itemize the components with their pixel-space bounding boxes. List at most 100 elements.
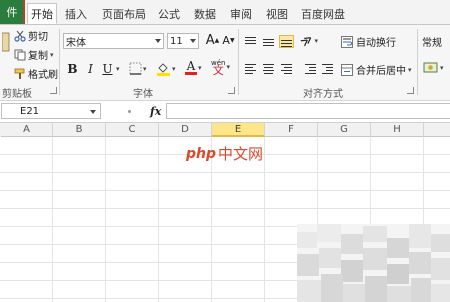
align-bottom-button[interactable] <box>279 35 294 48</box>
group-divider <box>417 29 418 95</box>
font-size-select[interactable]: 11 <box>167 33 199 49</box>
cut-label: 剪切 <box>28 32 48 43</box>
site-watermark: php 中文网 <box>186 143 263 164</box>
column-header-c[interactable]: C <box>106 123 159 137</box>
wrap-text-button[interactable]: 自动换行 <box>341 34 396 49</box>
number-format-value: 常规 <box>422 38 442 49</box>
chevron-down-icon: ▾ <box>314 36 319 45</box>
tab-insert[interactable]: 插入 <box>60 3 92 24</box>
column-gridline <box>264 137 265 302</box>
row-gridline <box>0 190 450 191</box>
italic-button[interactable]: I <box>82 60 99 77</box>
column-gridline <box>105 137 106 302</box>
format-painter-button[interactable]: 格式刷 <box>14 66 58 81</box>
ribbon-tab-bar: 件 开始 插入 页面布局 公式 数据 审阅 视图 百度网盘 <box>0 0 450 25</box>
shrink-font-button[interactable]: A ▼ <box>220 32 237 49</box>
shrink-font-icon: A <box>222 34 230 47</box>
watermark-cn: 中文网 <box>218 145 264 163</box>
paint-bucket-icon <box>157 63 170 76</box>
underline-button[interactable]: U <box>99 60 116 77</box>
tab-baidu-netdisk[interactable]: 百度网盘 <box>298 3 348 24</box>
currency-icon <box>423 62 438 73</box>
name-box-value: E21 <box>20 105 40 117</box>
merge-center-button[interactable]: 合并后居中 ▾ <box>341 62 412 77</box>
tab-formulas[interactable]: 公式 <box>154 3 184 24</box>
orientation-button[interactable]: ≫ ▾ <box>298 31 319 50</box>
align-middle-button[interactable] <box>262 36 275 47</box>
column-header-i-partial[interactable] <box>424 123 450 137</box>
grow-font-button[interactable]: A ▲ <box>204 32 221 49</box>
tab-view[interactable]: 视图 <box>262 3 292 24</box>
watermark-php: php <box>186 145 217 162</box>
formula-bar: E21 fx <box>0 101 450 123</box>
align-right-button[interactable] <box>280 63 293 74</box>
tab-file[interactable]: 件 <box>0 0 25 24</box>
chevron-down-icon[interactable] <box>90 110 96 114</box>
copy-button[interactable]: 复制 ▾ <box>14 47 54 62</box>
font-color-icon: A <box>186 59 196 73</box>
paste-button-partial[interactable] <box>2 31 10 53</box>
column-header-g[interactable]: G <box>318 123 371 137</box>
insert-function-button[interactable]: fx <box>150 105 161 118</box>
format-painter-label: 格式刷 <box>28 70 58 81</box>
chevron-down-icon: ▾ <box>408 65 412 74</box>
column-header-a[interactable]: A <box>1 123 53 137</box>
accounting-format-button[interactable]: ▾ <box>423 61 444 74</box>
column-gridline <box>158 137 159 302</box>
name-box[interactable]: E21 <box>1 103 101 119</box>
grow-font-icon: A <box>205 33 215 48</box>
tab-review[interactable]: 审阅 <box>226 3 256 24</box>
column-header-b[interactable]: B <box>53 123 106 137</box>
format-painter-icon <box>14 68 25 79</box>
pixelated-region <box>297 224 450 302</box>
tab-home[interactable]: 开始 <box>27 3 57 24</box>
chevron-down-icon <box>155 39 161 43</box>
copy-icon <box>14 49 26 60</box>
column-header-f[interactable]: F <box>265 123 318 137</box>
formula-input[interactable] <box>166 103 450 119</box>
alignment-dialog-launcher-icon[interactable] <box>407 87 414 94</box>
phonetic-guide-button[interactable]: wén 文 ▾ <box>211 59 230 76</box>
decrease-indent-button[interactable] <box>304 63 317 74</box>
formula-bar-splitter-icon[interactable] <box>128 110 131 113</box>
column-header-d[interactable]: D <box>159 123 212 137</box>
tab-page-layout[interactable]: 页面布局 <box>98 3 150 24</box>
copy-dropdown-icon[interactable]: ▾ <box>50 51 54 59</box>
clipboard-group-label: 剪贴板 <box>2 89 32 100</box>
chevron-down-icon: ▾ <box>172 64 176 73</box>
font-name-select[interactable]: 宋体 <box>63 33 164 49</box>
fill-color-button[interactable]: ▾ <box>156 61 176 76</box>
text-orientation-icon: ≫ <box>298 31 316 50</box>
borders-button[interactable]: ▾ <box>129 62 147 75</box>
alignment-group-label: 对齐方式 <box>303 89 343 100</box>
font-dialog-launcher-icon[interactable] <box>228 87 235 94</box>
merge-cells-icon <box>341 63 353 76</box>
paste-icon <box>2 32 10 52</box>
clipboard-dialog-launcher-icon[interactable] <box>50 87 57 94</box>
font-color-button[interactable]: A ▾ <box>185 59 202 75</box>
group-divider <box>238 29 239 95</box>
align-left-button[interactable] <box>244 63 257 74</box>
chevron-down-icon: ▾ <box>440 63 444 72</box>
number-format-select[interactable]: 常规 <box>422 34 442 49</box>
tab-data[interactable]: 数据 <box>190 3 220 24</box>
row-gridline <box>0 172 450 173</box>
copy-label: 复制 <box>28 51 48 62</box>
wrap-text-label: 自动换行 <box>356 38 396 49</box>
underline-dropdown-icon[interactable]: ▾ <box>116 65 120 73</box>
bold-button[interactable]: B <box>64 60 81 77</box>
font-size-value: 11 <box>170 35 183 47</box>
column-gridline <box>52 137 53 302</box>
font-color-swatch <box>185 72 197 75</box>
cut-button[interactable]: 剪切 <box>14 28 48 43</box>
column-header-e[interactable]: E <box>212 123 265 137</box>
increase-indent-button[interactable] <box>321 63 334 74</box>
merge-center-label: 合并后居中 <box>356 66 406 77</box>
align-top-button[interactable] <box>244 36 257 47</box>
column-header-h[interactable]: H <box>371 123 424 137</box>
align-center-button[interactable] <box>262 63 275 74</box>
chevron-down-icon: ▾ <box>143 64 147 73</box>
chevron-down-icon: ▾ <box>226 63 230 71</box>
chevron-down-icon: ▾ <box>198 64 202 72</box>
font-name-value: 宋体 <box>66 37 86 49</box>
